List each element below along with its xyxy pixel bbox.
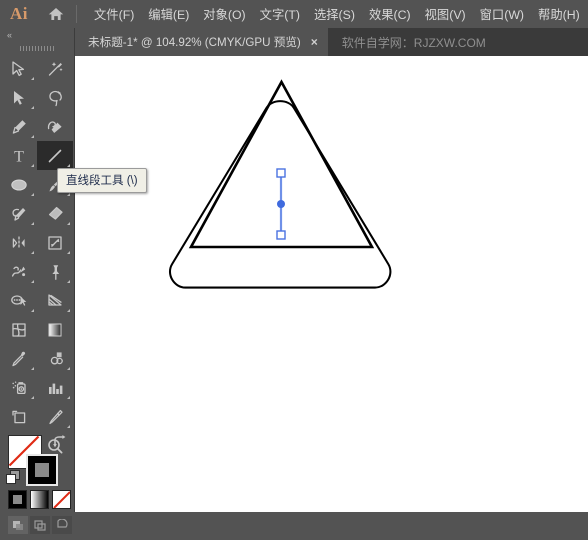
document-tab-title: 未标题-1* @ 104.92% (CMYK/GPU 预览) bbox=[88, 36, 301, 49]
menu-type[interactable]: 文字(T) bbox=[253, 1, 307, 27]
tool-shaper[interactable] bbox=[1, 199, 37, 228]
color-controls bbox=[0, 432, 75, 540]
stroke-swatch[interactable] bbox=[26, 454, 58, 486]
tool-lasso[interactable] bbox=[37, 83, 73, 112]
home-icon[interactable] bbox=[38, 0, 74, 28]
selected-line-segment bbox=[276, 168, 286, 240]
menu-divider bbox=[76, 5, 77, 23]
tool-grid: T bbox=[1, 54, 74, 460]
document-tab-bar: 未标题-1* @ 104.92% (CMYK/GPU 预览) × 软件自学网：R… bbox=[0, 28, 588, 56]
tool-selection[interactable] bbox=[1, 54, 37, 83]
watermark-text: 软件自学网：RJZXW.COM bbox=[341, 35, 486, 50]
collapse-panel-icon[interactable]: « bbox=[7, 30, 12, 40]
tool-gradient[interactable] bbox=[37, 315, 73, 344]
tool-magic-wand[interactable] bbox=[37, 54, 73, 83]
color-mode-row bbox=[8, 490, 71, 509]
illustrator-window: Ai 文件(F) 编辑(E) 对象(O) 文字(T) 选择(S) 效果(C) 视… bbox=[0, 0, 588, 534]
tool-symbol-sprayer[interactable] bbox=[1, 373, 37, 402]
tool-flyout-indicator bbox=[31, 77, 34, 80]
menu-item-list: 文件(F) 编辑(E) 对象(O) 文字(T) 选择(S) 效果(C) 视图(V… bbox=[87, 1, 587, 27]
tool-pen[interactable] bbox=[1, 112, 37, 141]
tool-artboard[interactable] bbox=[1, 402, 37, 431]
tool-width-warp[interactable] bbox=[1, 257, 37, 286]
draw-behind-icon[interactable] bbox=[30, 516, 50, 534]
tool-eraser[interactable] bbox=[37, 199, 73, 228]
menu-edit[interactable]: 编辑(E) bbox=[141, 1, 196, 27]
tool-perspective-grid[interactable] bbox=[37, 286, 73, 315]
menu-effect[interactable]: 效果(C) bbox=[362, 1, 418, 27]
tool-blend[interactable] bbox=[37, 344, 73, 373]
tool-ellipse[interactable] bbox=[1, 170, 37, 199]
document-tab[interactable]: 未标题-1* @ 104.92% (CMYK/GPU 预览) × bbox=[75, 28, 328, 56]
menu-file[interactable]: 文件(F) bbox=[87, 1, 141, 27]
draw-inside-icon[interactable] bbox=[52, 516, 72, 534]
panel-drag-grip[interactable] bbox=[0, 42, 74, 54]
menu-select[interactable]: 选择(S) bbox=[307, 1, 362, 27]
draw-normal-icon[interactable] bbox=[8, 516, 28, 534]
tool-rotate-reflect[interactable] bbox=[1, 228, 37, 257]
tool-column-graph[interactable] bbox=[37, 373, 73, 402]
close-icon[interactable]: × bbox=[311, 36, 318, 48]
tool-tooltip: 直线段工具 (\) bbox=[57, 168, 147, 193]
gradient-swatch-icon[interactable] bbox=[30, 490, 49, 509]
menu-object[interactable]: 对象(O) bbox=[196, 1, 252, 27]
tools-panel-header: « bbox=[0, 28, 74, 42]
none-swatch-icon[interactable] bbox=[52, 490, 71, 509]
default-fill-stroke-icon[interactable] bbox=[6, 470, 20, 489]
draw-mode-row bbox=[8, 516, 72, 534]
tool-type[interactable]: T bbox=[1, 141, 37, 170]
svg-text:T: T bbox=[14, 148, 24, 165]
tool-scale[interactable] bbox=[37, 228, 73, 257]
tool-shape-builder[interactable] bbox=[1, 286, 37, 315]
tool-free-transform[interactable] bbox=[37, 257, 73, 286]
tool-slice[interactable] bbox=[37, 402, 73, 431]
tools-panel: « T bbox=[0, 28, 75, 534]
tool-curvature[interactable] bbox=[37, 112, 73, 141]
menu-window[interactable]: 窗口(W) bbox=[473, 1, 531, 27]
color-swatch-icon[interactable] bbox=[8, 490, 27, 509]
tool-eyedropper[interactable] bbox=[1, 344, 37, 373]
menu-help[interactable]: 帮助(H) bbox=[531, 1, 587, 27]
tool-mesh[interactable] bbox=[1, 315, 37, 344]
app-logo: Ai bbox=[10, 4, 28, 23]
menu-bar: Ai 文件(F) 编辑(E) 对象(O) 文字(T) 选择(S) 效果(C) 视… bbox=[0, 0, 588, 28]
tool-line-segment[interactable] bbox=[37, 141, 73, 170]
swap-fill-stroke-icon[interactable] bbox=[52, 434, 68, 455]
artboard-canvas[interactable] bbox=[75, 56, 588, 512]
tool-direct-selection[interactable] bbox=[1, 83, 37, 112]
menu-view[interactable]: 视图(V) bbox=[418, 1, 473, 27]
